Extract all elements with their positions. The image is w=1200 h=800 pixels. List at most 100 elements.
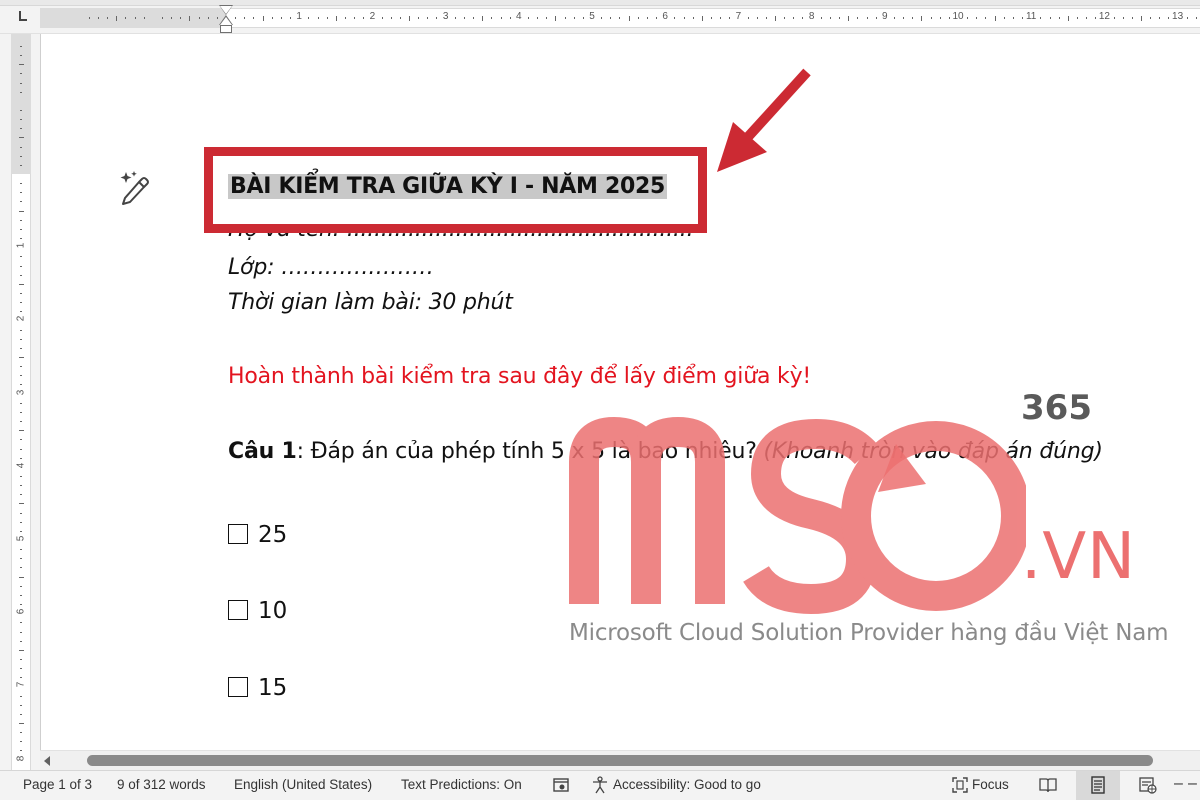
ruler-tick: [390, 17, 392, 19]
ruler-tick: [1195, 17, 1197, 19]
vertical-ruler-number: 1: [15, 242, 27, 249]
web-layout-icon[interactable]: [1139, 776, 1157, 794]
ruler-tick: [271, 17, 273, 19]
question-label: Câu 1: [228, 439, 297, 464]
vertical-ruler-tick: [20, 265, 22, 267]
vertical-ruler-tick: [20, 448, 22, 450]
ruler-top-edge: [0, 0, 1200, 6]
read-mode-icon[interactable]: [1039, 776, 1057, 794]
accessibility-icon[interactable]: [591, 776, 609, 794]
ruler-number: 10: [952, 11, 964, 22]
vertical-ruler-tick: [20, 128, 22, 130]
option-label: 25: [258, 522, 288, 548]
ruler-tick: [912, 17, 914, 19]
vertical-ruler-tick: [18, 503, 24, 505]
ruler-tick: [893, 17, 895, 19]
checkbox-icon[interactable]: [228, 524, 248, 544]
vertical-ruler-number: 3: [15, 389, 27, 395]
ruler-tick: [793, 17, 795, 19]
ruler-tick: [1122, 17, 1124, 19]
vertical-ruler[interactable]: 1 2 3 4 5 6 7 8: [0, 34, 40, 770]
horizontal-scrollbar[interactable]: [40, 750, 1200, 770]
ruler-number: 1: [296, 11, 302, 22]
ruler-tick: [491, 17, 493, 19]
text-predictions-status[interactable]: Text Predictions: On: [401, 777, 522, 792]
vertical-ruler-tick: [20, 658, 22, 660]
time-line[interactable]: Thời gian làm bài: 30 phút: [228, 290, 513, 315]
ruler-tick: [839, 17, 841, 19]
vertical-ruler-tick: [20, 82, 22, 84]
vertical-ruler-tick: [20, 421, 22, 423]
document-page[interactable]: BÀI KIỂM TRA GIỮA KỲ I - NĂM 2025 Họ và …: [40, 34, 1200, 750]
checkbox-icon[interactable]: [228, 677, 248, 697]
class-line[interactable]: Lớp: …………………: [228, 255, 434, 280]
macro-record-icon[interactable]: [552, 776, 570, 794]
option-label: 10: [258, 598, 288, 624]
ruler-tick: [1067, 15, 1069, 21]
ruler-tick: [527, 17, 529, 19]
ruler-tick: [354, 17, 356, 19]
ruler-tick: [848, 15, 850, 21]
horizontal-ruler[interactable]: 1 2 3 4 5 6 7 8 9 10 11 12 13: [0, 0, 1200, 34]
ruler-tick: [216, 17, 218, 19]
ruler-tick: [1040, 17, 1042, 19]
vertical-ruler-tick: [20, 201, 22, 203]
focus-button[interactable]: Focus: [972, 777, 1009, 792]
indent-marker[interactable]: [219, 5, 233, 34]
page-count[interactable]: Page 1 of 3: [23, 777, 92, 792]
word-count[interactable]: 9 of 312 words: [117, 777, 206, 792]
ruler-tick: [244, 17, 246, 19]
scroll-left-icon[interactable]: [44, 756, 50, 766]
ruler-tick: [399, 17, 401, 19]
zoom-out-icon[interactable]: –: [1174, 775, 1183, 793]
option-item[interactable]: 25: [228, 522, 287, 548]
tab-selector-icon[interactable]: [17, 11, 27, 23]
print-layout-icon[interactable]: [1089, 776, 1107, 794]
vertical-ruler-tick: [20, 732, 22, 734]
vertical-ruler-tick: [20, 549, 22, 551]
vertical-ruler-tick: [20, 45, 22, 47]
checkbox-icon[interactable]: [228, 600, 248, 620]
ruler-tick: [280, 17, 282, 19]
vertical-ruler-tick: [20, 668, 22, 670]
instruction-line[interactable]: Hoàn thành bài kiểm tra sau đây để lấy đ…: [228, 364, 811, 389]
accessibility-status[interactable]: Accessibility: Good to go: [613, 777, 761, 792]
language-status[interactable]: English (United States): [234, 777, 372, 792]
ruler-tick: [381, 17, 383, 19]
scrollbar-thumb[interactable]: [87, 755, 1153, 766]
ruler-tick: [710, 17, 712, 19]
word-window: 1 2 3 4 5 6 7 8 9 10 11 12 13 12345678 BÀI KIỂM TRA …: [0, 0, 1200, 800]
ruler-tick: [1141, 15, 1142, 21]
ruler-tick: [692, 17, 694, 19]
vertical-ruler-tick: [20, 109, 22, 111]
option-item[interactable]: 10: [228, 598, 287, 624]
ruler-tick: [482, 15, 484, 21]
zoom-slider[interactable]: –: [1188, 775, 1197, 793]
vertical-ruler-tick: [20, 402, 22, 404]
vertical-ruler-tick: [20, 375, 22, 377]
ruler-tick: [198, 17, 200, 19]
ruler-tick: [537, 17, 539, 19]
ruler-tick: [308, 17, 310, 19]
ruler-number: 11: [1025, 11, 1037, 22]
vertical-ruler-tick: [20, 741, 22, 743]
vertical-ruler-tick: [18, 137, 24, 139]
vertical-ruler-tick: [20, 55, 22, 57]
ruler-tick: [985, 17, 987, 19]
vertical-ruler-tick: [20, 347, 22, 349]
copilot-draft-icon[interactable]: [117, 168, 153, 208]
vertical-ruler-tick: [18, 210, 24, 212]
ruler-tick: [857, 17, 859, 19]
vertical-ruler-tick: [20, 219, 22, 221]
ruler-tick: [134, 17, 136, 19]
focus-icon[interactable]: [951, 776, 969, 794]
vertical-ruler-tick: [20, 91, 22, 93]
ruler-tick: [939, 17, 941, 19]
ruler-tick: [967, 17, 969, 19]
ruler-tick: [829, 17, 831, 19]
option-item[interactable]: 15: [228, 675, 287, 701]
vertical-ruler-tick: [18, 723, 24, 724]
ruler-tick: [610, 17, 612, 19]
vertical-ruler-tick: [20, 439, 22, 441]
watermark-365: 365: [1021, 388, 1092, 428]
